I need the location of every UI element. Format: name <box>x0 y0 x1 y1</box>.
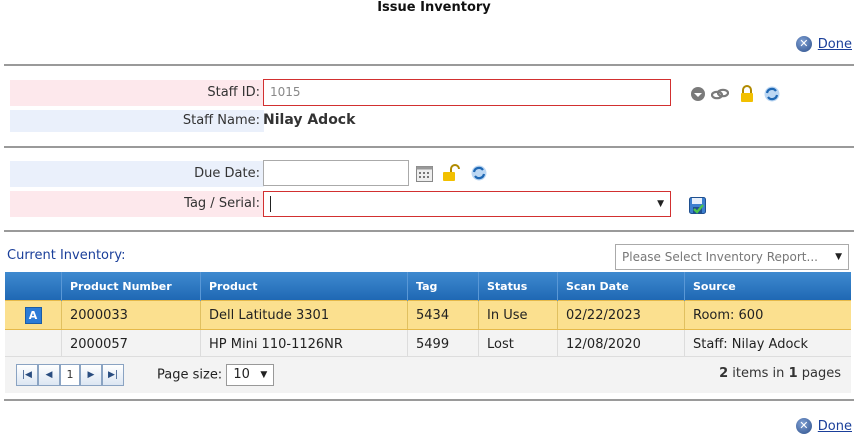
cell-product: HP Mini 110-1126NR <box>200 329 408 358</box>
inventory-report-select[interactable]: Please Select Inventory Report... ▼ <box>615 244 849 270</box>
column-header-badge <box>5 272 62 301</box>
text-cursor <box>270 195 271 212</box>
page-size-group: Page size: 10 ▼ <box>157 364 275 387</box>
divider <box>4 399 854 401</box>
column-header-product-number[interactable]: Product Number <box>61 272 201 301</box>
tag-serial-label: Tag / Serial: <box>10 191 264 217</box>
save-icon[interactable] <box>688 196 706 214</box>
cell-product-number: 2000057 <box>61 329 201 358</box>
pager-buttons: |◀ ◀ 1 ▶ ▶| <box>16 364 124 386</box>
current-inventory-label: Current Inventory: <box>7 248 126 263</box>
staff-id-label: Staff ID: <box>10 80 264 106</box>
page-title: Issue Inventory <box>377 0 491 15</box>
cell-status: Lost <box>478 329 558 358</box>
cell-source: Staff: Nilay Adock <box>684 329 851 358</box>
cell-tag: 5499 <box>407 329 479 358</box>
calendar-icon[interactable] <box>415 165 433 183</box>
divider <box>4 64 854 66</box>
staff-name-value: Nilay Adock <box>263 112 356 128</box>
staff-name-label: Staff Name: <box>10 110 264 132</box>
column-header-scan-date[interactable]: Scan Date <box>557 272 685 301</box>
inventory-report-placeholder: Please Select Inventory Report... <box>622 250 818 264</box>
divider <box>4 146 854 148</box>
next-page-button[interactable]: ▶ <box>80 364 102 386</box>
download-icon[interactable] <box>689 85 707 103</box>
column-header-source[interactable]: Source <box>684 272 851 301</box>
grid-pager: |◀ ◀ 1 ▶ ▶| Page size: 10 ▼ 2 items in 1 pag… <box>5 356 851 393</box>
chevron-down-icon[interactable]: ▼ <box>657 193 664 215</box>
items-count: 2 <box>719 366 729 381</box>
close-icon[interactable]: ✕ <box>795 36 812 52</box>
pages-text: pages <box>801 366 841 381</box>
cell-scan-date: 02/22/2023 <box>557 300 685 330</box>
done-button-bottom[interactable]: Done <box>818 419 852 434</box>
pages-count: 1 <box>788 366 798 381</box>
close-icon[interactable]: ✕ <box>795 418 812 434</box>
divider <box>4 230 854 232</box>
row-badge-cell <box>5 329 62 358</box>
done-link-top[interactable]: ✕ Done <box>795 36 852 52</box>
cell-product: Dell Latitude 3301 <box>200 300 408 330</box>
refresh-icon[interactable] <box>763 85 781 103</box>
due-date-label: Due Date: <box>10 161 264 187</box>
status-badge: A <box>24 306 42 324</box>
link-icon[interactable] <box>711 85 729 103</box>
cell-tag: 5434 <box>407 300 479 330</box>
cell-source: Room: 600 <box>684 300 851 330</box>
refresh-icon[interactable] <box>470 164 488 182</box>
cell-scan-date: 12/08/2020 <box>557 329 685 358</box>
column-header-tag[interactable]: Tag <box>407 272 479 301</box>
column-header-product[interactable]: Product <box>200 272 408 301</box>
cell-status: In Use <box>478 300 558 330</box>
first-page-button[interactable]: |◀ <box>16 364 38 386</box>
page-number-button[interactable]: 1 <box>60 364 80 386</box>
table-row[interactable]: A 2000033 Dell Latitude 3301 5434 In Use… <box>5 300 851 330</box>
page-size-value: 10 <box>233 367 250 382</box>
table-header-row: Product Number Product Tag Status Scan D… <box>5 272 851 301</box>
unlock-icon[interactable] <box>442 164 460 182</box>
prev-page-button[interactable]: ◀ <box>38 364 60 386</box>
chevron-down-icon[interactable]: ▼ <box>835 245 842 269</box>
table-row[interactable]: 2000057 HP Mini 110-1126NR 5499 Lost 12/… <box>5 329 851 358</box>
staff-id-input[interactable]: 1015 <box>263 79 671 106</box>
page-size-select[interactable]: 10 ▼ <box>226 364 275 386</box>
column-header-status[interactable]: Status <box>478 272 558 301</box>
cell-product-number: 2000033 <box>61 300 201 330</box>
done-button-top[interactable]: Done <box>818 37 852 52</box>
tag-serial-input[interactable]: ▼ <box>263 191 671 217</box>
items-text: items in <box>732 366 785 381</box>
done-link-bottom[interactable]: ✕ Done <box>795 418 852 434</box>
chevron-down-icon[interactable]: ▼ <box>260 365 267 385</box>
inventory-table: Product Number Product Tag Status Scan D… <box>5 272 851 358</box>
lock-icon[interactable] <box>738 85 756 103</box>
page-size-label: Page size: <box>157 367 223 383</box>
items-summary: 2 items in 1 pages <box>719 366 841 381</box>
due-date-input[interactable] <box>263 160 409 186</box>
row-badge-cell: A <box>5 300 62 330</box>
last-page-button[interactable]: ▶| <box>102 364 124 386</box>
